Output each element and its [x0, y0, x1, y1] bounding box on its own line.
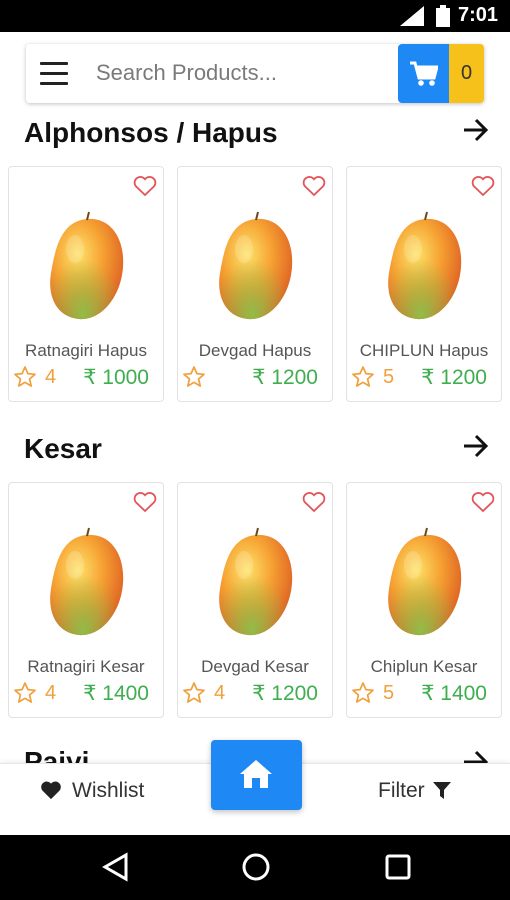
home-button[interactable] [211, 740, 302, 810]
product-price: ₹ 1200 [421, 366, 487, 389]
signal-icon [400, 6, 424, 26]
product-name[interactable]: Devgad Hapus [178, 341, 332, 361]
product-card[interactable]: Devgad Hapus ₹ 1200 [177, 166, 333, 402]
wishlist-label: Wishlist [72, 779, 145, 802]
product-card[interactable]: Devgad Kesar 4 ₹ 1200 [177, 482, 333, 718]
star-outline-icon [183, 366, 205, 387]
product-name[interactable]: Devgad Kesar [178, 657, 332, 677]
heart-outline-icon[interactable] [302, 175, 326, 197]
arrow-right-icon[interactable] [462, 118, 490, 142]
menu-icon[interactable] [40, 62, 68, 86]
heart-outline-icon[interactable] [302, 491, 326, 513]
product-price: ₹ 1400 [83, 682, 149, 705]
home-circle-icon[interactable] [241, 852, 271, 882]
product-name[interactable]: Chiplun Kesar [347, 657, 501, 677]
product-rating: 5 [383, 366, 395, 388]
heart-outline-icon[interactable] [471, 491, 495, 513]
star-outline-icon [14, 366, 36, 387]
product-price: ₹ 1200 [252, 682, 318, 705]
search-input[interactable]: Search Products... [96, 60, 277, 86]
section-title: Kesar [24, 433, 102, 464]
product-rating: 4 [45, 682, 57, 704]
product-price: ₹ 1400 [421, 682, 487, 705]
filter-label: Filter [378, 779, 425, 802]
status-time: 7:01 [457, 4, 498, 26]
cart-count-badge[interactable]: 0 [449, 44, 484, 103]
search-bar: Search Products... 0 [26, 44, 484, 103]
section-title: Alphonsos / Hapus [24, 117, 278, 148]
product-card[interactable]: CHIPLUN Hapus 5 ₹ 1200 [346, 166, 502, 402]
product-price: ₹ 1000 [83, 366, 149, 389]
battery-icon [436, 5, 450, 27]
heart-filled-icon [41, 781, 61, 800]
product-rating: 5 [383, 682, 395, 704]
product-card[interactable]: Ratnagiri Hapus 4 ₹ 1000 [8, 166, 164, 402]
product-rating: 4 [214, 682, 226, 704]
product-image[interactable] [208, 209, 304, 329]
product-image[interactable] [377, 209, 473, 329]
heart-outline-icon[interactable] [471, 175, 495, 197]
star-outline-icon [183, 682, 205, 703]
recents-icon[interactable] [384, 852, 412, 882]
heart-outline-icon[interactable] [133, 491, 157, 513]
wishlist-button[interactable]: Wishlist [40, 779, 144, 803]
product-name[interactable]: Ratnagiri Hapus [9, 341, 163, 361]
status-bar: 7:01 [0, 0, 510, 32]
cart-button[interactable] [398, 44, 449, 103]
home-icon [240, 760, 272, 788]
filter-button[interactable]: Filter [378, 779, 451, 803]
product-name[interactable]: Ratnagiri Kesar [9, 657, 163, 677]
filter-icon [432, 782, 451, 799]
product-card[interactable]: Ratnagiri Kesar 4 ₹ 1400 [8, 482, 164, 718]
product-image[interactable] [208, 525, 304, 645]
product-card[interactable]: Chiplun Kesar 5 ₹ 1400 [346, 482, 502, 718]
cart-icon [410, 61, 438, 86]
system-nav-bar [0, 835, 510, 900]
product-price: ₹ 1200 [252, 366, 318, 389]
product-name[interactable]: CHIPLUN Hapus [347, 341, 501, 361]
star-outline-icon [352, 366, 374, 387]
product-image[interactable] [39, 209, 135, 329]
product-image[interactable] [377, 525, 473, 645]
star-outline-icon [352, 682, 374, 703]
arrow-right-icon[interactable] [462, 434, 490, 458]
product-image[interactable] [39, 525, 135, 645]
back-icon[interactable] [102, 852, 130, 882]
product-rating: 4 [45, 366, 57, 388]
heart-outline-icon[interactable] [133, 175, 157, 197]
star-outline-icon [14, 682, 36, 703]
